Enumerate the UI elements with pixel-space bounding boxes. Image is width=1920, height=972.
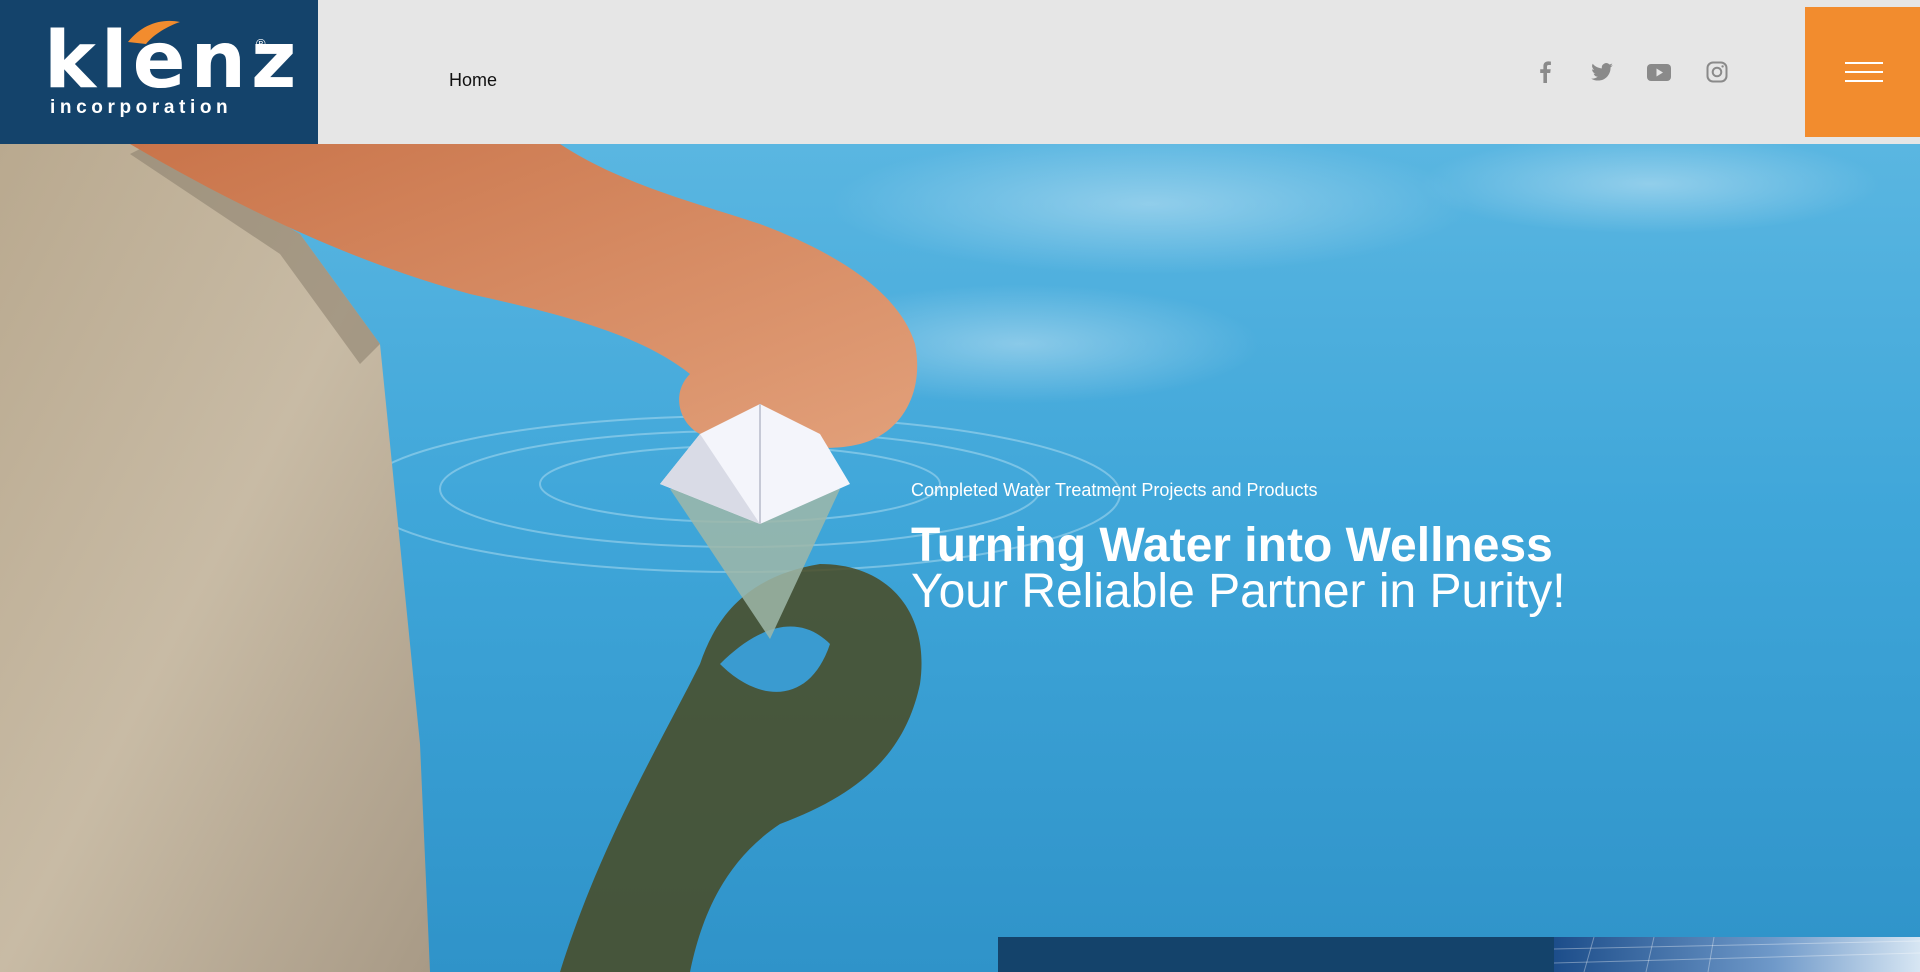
nav-home-link[interactable]: Home [449, 70, 497, 91]
logo-subtitle: incorporation [50, 97, 233, 118]
hero-banner: Completed Water Treatment Projects and P… [0, 144, 1920, 972]
solar-panel-thumbnail [1554, 937, 1920, 972]
hero-tagline: Your Reliable Partner in Purity! [911, 565, 1566, 618]
twitter-icon[interactable] [1588, 58, 1616, 86]
bottom-info-panel [998, 937, 1554, 972]
facebook-icon[interactable] [1531, 58, 1559, 86]
brand-logo[interactable]: klenz ® incorporation [0, 0, 318, 144]
youtube-icon[interactable] [1645, 58, 1673, 86]
registered-mark: ® [256, 36, 266, 51]
hero-title: Turning Water into Wellness [911, 519, 1553, 572]
hamburger-menu-icon[interactable] [1805, 7, 1920, 137]
site-header: klenz ® incorporation Home [0, 0, 1920, 144]
instagram-icon[interactable] [1703, 58, 1731, 86]
hero-subtitle: Completed Water Treatment Projects and P… [911, 480, 1318, 500]
logo-wordmark: klenz [44, 16, 302, 106]
